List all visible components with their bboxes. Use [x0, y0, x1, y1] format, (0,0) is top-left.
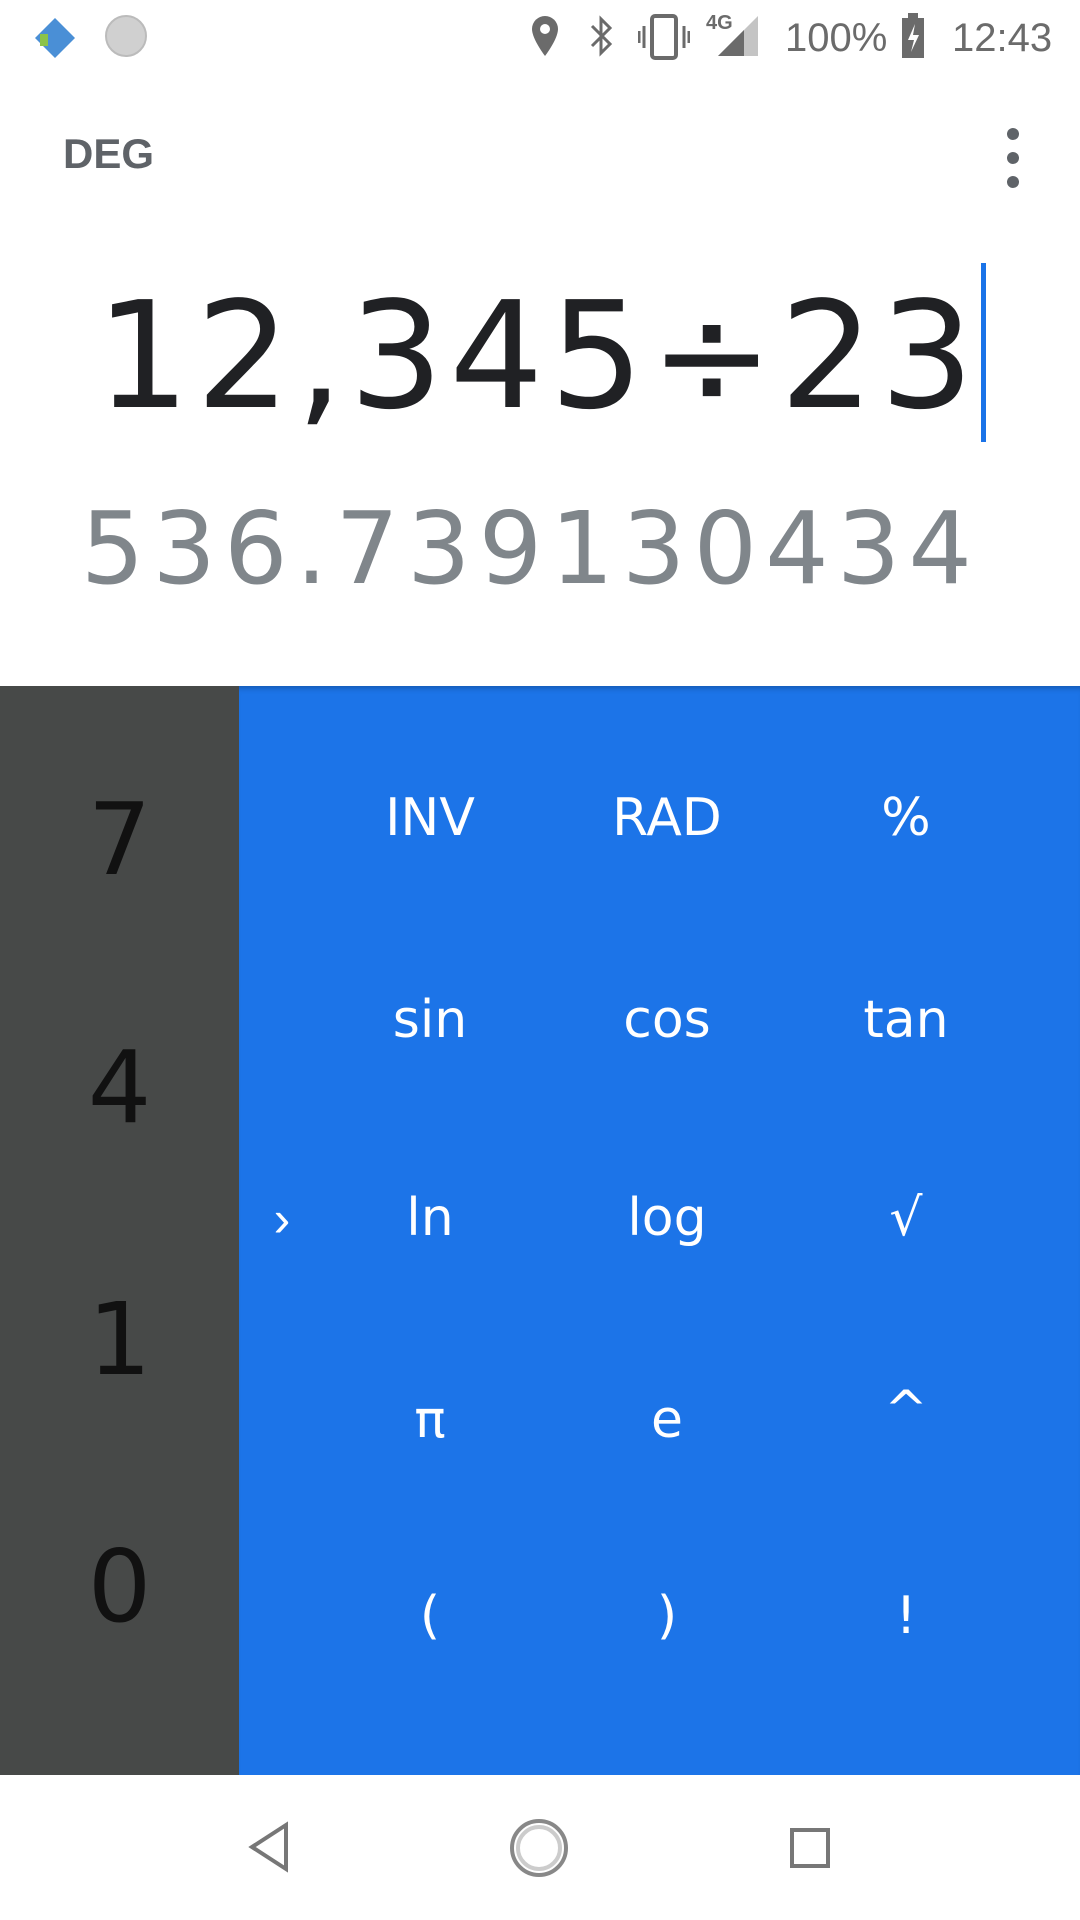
cos-button[interactable]: cos — [567, 960, 767, 1080]
factorial-button[interactable]: ! — [806, 1556, 1006, 1676]
battery-percent: 100% — [785, 16, 888, 60]
status-bar: 4G 100% 12:43 — [0, 0, 1080, 75]
vibrate-icon — [638, 14, 690, 60]
navigation-bar — [0, 1775, 1080, 1920]
tan-button[interactable]: tan — [806, 960, 1006, 1080]
clock: 12:43 — [952, 16, 1053, 60]
recents-icon[interactable] — [789, 1827, 831, 1869]
ln-button[interactable]: ln — [330, 1158, 530, 1278]
digit-7-button[interactable]: 7 — [0, 781, 239, 898]
pi-button[interactable]: π — [330, 1360, 530, 1480]
digit-0-button[interactable]: 0 — [0, 1528, 239, 1645]
digit-4-button[interactable]: 4 — [0, 1029, 239, 1146]
e-button[interactable]: e — [567, 1360, 767, 1480]
open-paren-button[interactable]: ( — [330, 1556, 530, 1676]
collapse-pad-chevron-icon[interactable]: › — [262, 1190, 302, 1248]
sin-button[interactable]: sin — [330, 960, 530, 1080]
more-options-icon[interactable] — [1000, 128, 1026, 188]
signal-icon — [718, 16, 758, 56]
battery-charging-icon — [902, 13, 924, 58]
app-notification-icon — [35, 18, 75, 58]
power-button[interactable]: ^ — [806, 1350, 1006, 1470]
percent-button[interactable]: % — [806, 758, 1006, 878]
rad-button[interactable]: RAD — [567, 758, 767, 878]
angle-mode-indicator: DEG — [63, 130, 155, 177]
inv-button[interactable]: INV — [330, 758, 530, 878]
location-icon — [532, 16, 558, 56]
result-display: 536.739130434 — [80, 490, 980, 607]
digit-1-button[interactable]: 1 — [0, 1281, 239, 1398]
text-cursor — [981, 263, 986, 442]
bluetooth-icon — [590, 15, 613, 57]
sqrt-button[interactable]: √ — [806, 1158, 1006, 1278]
log-button[interactable]: log — [567, 1158, 767, 1278]
close-paren-button[interactable]: ) — [567, 1556, 767, 1676]
number-pad: 7 4 1 0 — [0, 686, 239, 1775]
home-icon[interactable] — [508, 1817, 570, 1879]
formula-display[interactable]: 12,345÷23 — [96, 270, 980, 442]
back-icon[interactable] — [246, 1821, 294, 1873]
sync-icon — [105, 15, 147, 57]
